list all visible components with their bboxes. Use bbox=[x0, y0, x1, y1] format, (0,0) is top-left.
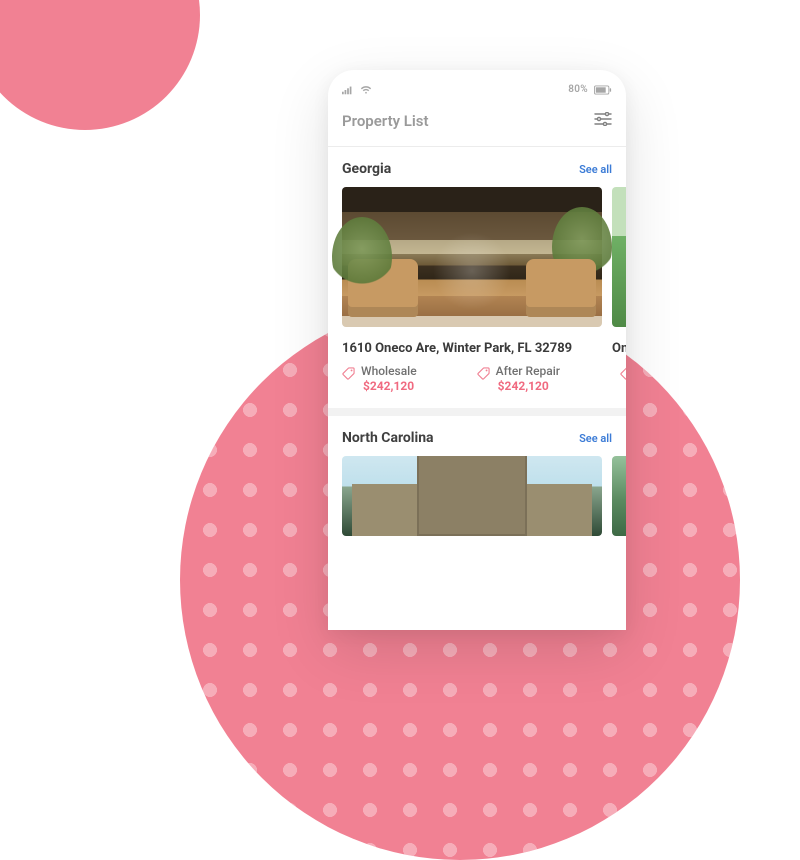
property-address-peek: On bbox=[612, 341, 626, 356]
filter-icon[interactable] bbox=[594, 111, 612, 130]
property-card[interactable] bbox=[342, 187, 602, 327]
phone-frame: 80% Property List Georgia See all bbox=[328, 70, 626, 630]
section-title: North Carolina bbox=[342, 430, 434, 446]
header: Property List bbox=[328, 101, 626, 146]
price-block-peek bbox=[620, 364, 626, 394]
battery-percent: 80% bbox=[568, 84, 588, 95]
tag-icon bbox=[477, 365, 490, 384]
status-bar: 80% bbox=[328, 70, 626, 101]
price-value: $242,120 bbox=[496, 379, 560, 394]
decorative-tower bbox=[417, 456, 527, 536]
see-all-link[interactable]: See all bbox=[579, 163, 612, 176]
price-label: Wholesale bbox=[361, 364, 417, 379]
property-card-peek[interactable] bbox=[612, 187, 626, 327]
property-card-peek[interactable] bbox=[612, 456, 626, 536]
property-card[interactable] bbox=[342, 456, 602, 536]
price-block-wholesale: Wholesale $242,120 bbox=[342, 364, 417, 394]
decorative-plant bbox=[332, 217, 392, 297]
decorative-wing bbox=[352, 484, 422, 536]
address-row: 1610 Oneco Are, Winter Park, FL 32789 On bbox=[328, 327, 626, 364]
card-row-georgia bbox=[328, 187, 626, 327]
tag-icon bbox=[342, 365, 355, 384]
price-value: $242,120 bbox=[361, 379, 417, 394]
property-image bbox=[342, 187, 602, 327]
see-all-link[interactable]: See all bbox=[579, 432, 612, 445]
price-row: Wholesale $242,120 After Repair $242,120 bbox=[328, 364, 626, 408]
section-title: Georgia bbox=[342, 161, 391, 177]
page-title: Property List bbox=[342, 112, 429, 130]
decorative-wing bbox=[522, 484, 592, 536]
decorative-plant bbox=[552, 207, 612, 287]
tag-icon bbox=[620, 365, 626, 384]
decorative-circle-top bbox=[0, 0, 200, 130]
price-label: After Repair bbox=[496, 364, 560, 379]
signal-icon bbox=[342, 85, 354, 95]
section-head-georgia: Georgia See all bbox=[328, 147, 626, 187]
section-head-nc: North Carolina See all bbox=[328, 416, 626, 456]
section-gap bbox=[328, 408, 626, 416]
price-block-after-repair: After Repair $242,120 bbox=[477, 364, 560, 394]
wifi-icon bbox=[360, 85, 372, 95]
property-address: 1610 Oneco Are, Winter Park, FL 32789 bbox=[342, 341, 602, 356]
battery-icon bbox=[594, 85, 612, 95]
property-image bbox=[342, 456, 602, 536]
card-row-nc bbox=[328, 456, 626, 536]
